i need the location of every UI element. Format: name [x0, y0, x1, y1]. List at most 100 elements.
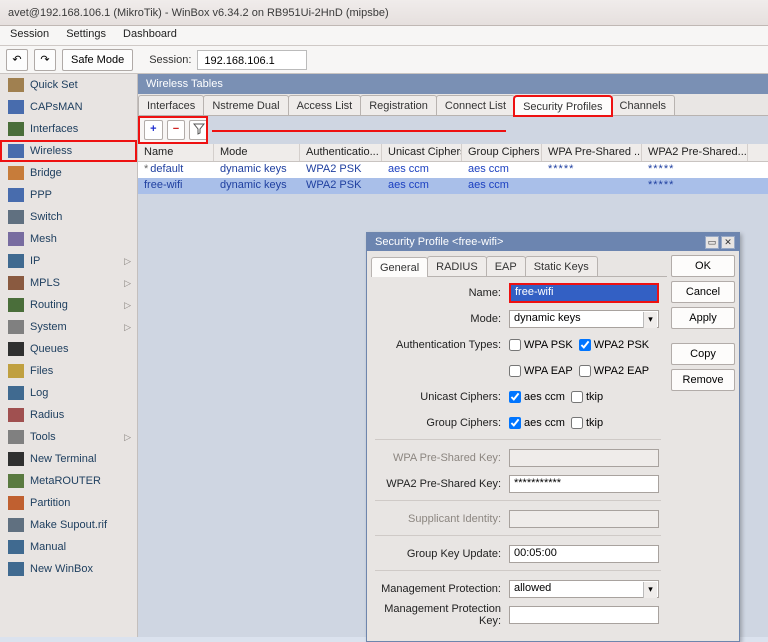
sidebar-item-manual[interactable]: Manual: [0, 536, 137, 558]
wpa-key-label: WPA Pre-Shared Key:: [375, 452, 509, 464]
sidebar-item-capsman[interactable]: CAPsMAN: [0, 96, 137, 118]
sidebar-icon: [8, 320, 24, 334]
unicast-tkip-checkbox[interactable]: tkip: [571, 391, 603, 403]
mp-label: Management Protection:: [375, 583, 509, 595]
group-aes-checkbox[interactable]: aes ccm: [509, 417, 565, 429]
sidebar-item-label: Wireless: [30, 145, 72, 157]
remove-button[interactable]: Remove: [671, 369, 735, 391]
sidebar-item-quick-set[interactable]: Quick Set: [0, 74, 137, 96]
sidebar-icon: [8, 342, 24, 356]
column-header[interactable]: Name: [138, 144, 214, 161]
sidebar-item-mesh[interactable]: Mesh: [0, 228, 137, 250]
tab-interfaces[interactable]: Interfaces: [138, 95, 204, 115]
sidebar-item-make-supout-rif[interactable]: Make Supout.rif: [0, 514, 137, 536]
sidebar-item-bridge[interactable]: Bridge: [0, 162, 137, 184]
column-header[interactable]: Group Ciphers: [462, 144, 542, 161]
column-header[interactable]: Authenticatio...: [300, 144, 382, 161]
sidebar-icon: [8, 430, 24, 444]
dialog-min-button[interactable]: ▭: [705, 236, 719, 249]
name-label: Name:: [375, 287, 509, 299]
sidebar-item-metarouter[interactable]: MetaROUTER: [0, 470, 137, 492]
undo-button[interactable]: ↶: [6, 49, 28, 71]
tab-nstreme-dual[interactable]: Nstreme Dual: [203, 95, 288, 115]
cancel-button[interactable]: Cancel: [671, 281, 735, 303]
tab-security-profiles[interactable]: Security Profiles: [514, 96, 611, 116]
sidebar-item-mpls[interactable]: MPLS▷: [0, 272, 137, 294]
wpa-psk-checkbox[interactable]: WPA PSK: [509, 339, 573, 351]
table-row[interactable]: *defaultdynamic keysWPA2 PSKaes ccmaes c…: [138, 162, 768, 178]
mode-label: Mode:: [375, 313, 509, 325]
menubar: Session Settings Dashboard: [0, 26, 768, 46]
dialog-close-button[interactable]: ✕: [721, 236, 735, 249]
column-header[interactable]: WPA Pre-Shared ...: [542, 144, 642, 161]
gku-input[interactable]: 00:05:00: [509, 545, 659, 563]
wpa2-key-input[interactable]: ***********: [509, 475, 659, 493]
sidebar-item-log[interactable]: Log: [0, 382, 137, 404]
session-label: Session:: [149, 54, 191, 66]
sidebar-item-label: Partition: [30, 497, 70, 509]
sidebar-icon: [8, 386, 24, 400]
group-tkip-checkbox[interactable]: tkip: [571, 417, 603, 429]
wpa2-psk-checkbox[interactable]: WPA2 PSK: [579, 339, 649, 351]
wpa-eap-checkbox[interactable]: WPA EAP: [509, 365, 573, 377]
dialog-tab-static-keys[interactable]: Static Keys: [525, 256, 598, 276]
sidebar-item-switch[interactable]: Switch: [0, 206, 137, 228]
expand-icon: ▷: [124, 322, 131, 333]
sidebar-item-label: MPLS: [30, 277, 60, 289]
sidebar-item-interfaces[interactable]: Interfaces: [0, 118, 137, 140]
tab-channels[interactable]: Channels: [611, 95, 675, 115]
sidebar-item-system[interactable]: System▷: [0, 316, 137, 338]
sidebar-icon: [8, 210, 24, 224]
safe-mode-button[interactable]: Safe Mode: [62, 49, 133, 71]
sidebar-item-radius[interactable]: Radius: [0, 404, 137, 426]
name-input[interactable]: free-wifi: [509, 283, 659, 303]
copy-button[interactable]: Copy: [671, 343, 735, 365]
sidebar-item-routing[interactable]: Routing▷: [0, 294, 137, 316]
filter-button[interactable]: [189, 120, 208, 140]
remove-listed-button[interactable]: −: [167, 120, 186, 140]
table-row[interactable]: free-wifidynamic keysWPA2 PSKaes ccmaes …: [138, 178, 768, 194]
sidebar-icon: [8, 518, 24, 532]
column-header[interactable]: Unicast Ciphers: [382, 144, 462, 161]
sidebar-icon: [8, 298, 24, 312]
menu-session[interactable]: Session: [10, 28, 49, 40]
sidebar-item-label: Routing: [30, 299, 68, 311]
sidebar-item-tools[interactable]: Tools▷: [0, 426, 137, 448]
wpa-key-input: [509, 449, 659, 467]
sidebar-item-partition[interactable]: Partition: [0, 492, 137, 514]
column-header[interactable]: Mode: [214, 144, 300, 161]
menu-settings[interactable]: Settings: [66, 28, 106, 40]
add-button[interactable]: +: [144, 120, 163, 140]
session-value[interactable]: 192.168.106.1: [197, 50, 307, 70]
sidebar-item-label: Switch: [30, 211, 62, 223]
mp-select[interactable]: allowed▾: [509, 580, 659, 598]
dialog-tab-general[interactable]: General: [371, 257, 428, 277]
dialog-tab-radius[interactable]: RADIUS: [427, 256, 487, 276]
sidebar-item-queues[interactable]: Queues: [0, 338, 137, 360]
sidebar-icon: [8, 452, 24, 466]
tab-access-list[interactable]: Access List: [288, 95, 362, 115]
sidebar-icon: [8, 474, 24, 488]
sidebar-item-ppp[interactable]: PPP: [0, 184, 137, 206]
sidebar-item-label: Queues: [30, 343, 69, 355]
sidebar-item-label: Radius: [30, 409, 64, 421]
sidebar-item-new-winbox[interactable]: New WinBox: [0, 558, 137, 580]
redo-button[interactable]: ↷: [34, 49, 56, 71]
sidebar-item-files[interactable]: Files: [0, 360, 137, 382]
wpa2-eap-checkbox[interactable]: WPA2 EAP: [579, 365, 649, 377]
sidebar-item-wireless[interactable]: Wireless: [0, 140, 137, 162]
tab-connect-list[interactable]: Connect List: [436, 95, 515, 115]
unicast-aes-checkbox[interactable]: aes ccm: [509, 391, 565, 403]
sidebar-item-new-terminal[interactable]: New Terminal: [0, 448, 137, 470]
sidebar-item-ip[interactable]: IP▷: [0, 250, 137, 272]
tab-registration[interactable]: Registration: [360, 95, 437, 115]
ok-button[interactable]: OK: [671, 255, 735, 277]
sidebar-icon: [8, 562, 24, 576]
menu-dashboard[interactable]: Dashboard: [123, 28, 177, 40]
dialog-tab-eap[interactable]: EAP: [486, 256, 526, 276]
mode-select[interactable]: dynamic keys▾: [509, 310, 659, 328]
mpk-input[interactable]: [509, 606, 659, 624]
apply-button[interactable]: Apply: [671, 307, 735, 329]
sidebar-item-label: Log: [30, 387, 48, 399]
column-header[interactable]: WPA2 Pre-Shared...: [642, 144, 748, 161]
